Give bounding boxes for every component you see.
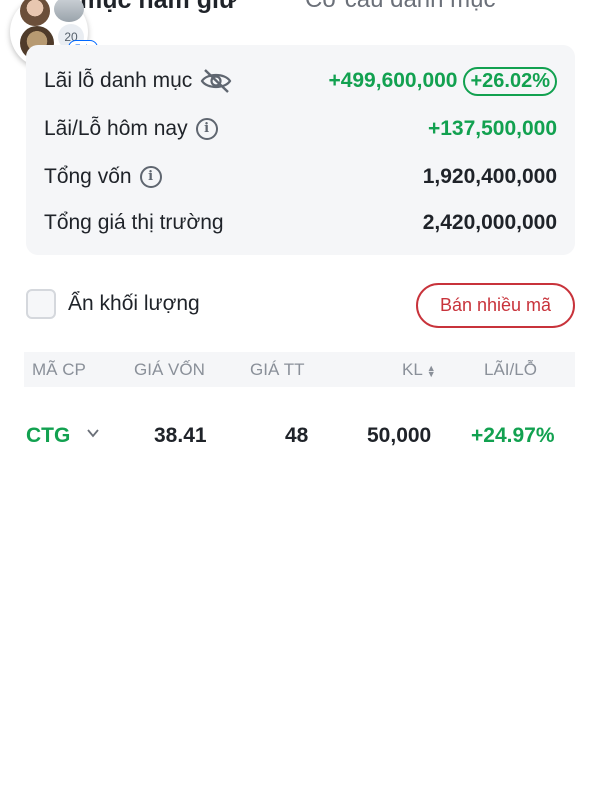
eye-off-icon[interactable]	[200, 68, 232, 94]
pl-percent-badge: +26.02%	[463, 66, 557, 96]
capital-value: 1,920,400,000	[422, 165, 557, 188]
today-pl-label: Lãi/Lỗ hôm nay	[44, 117, 188, 140]
market-price: 48	[285, 424, 309, 447]
summary-row-today: Lãi/Lỗ hôm nay i +137,500,000	[44, 114, 557, 144]
pl-label: Lãi lỗ danh mục	[44, 69, 193, 92]
hide-volume-label[interactable]: Ẩn khối lượng	[68, 292, 200, 316]
avatar	[54, 0, 84, 22]
col-header-volume[interactable]: KL ▲ ▼	[402, 360, 436, 380]
summary-row-capital: Tổng vốn i 1,920,400,000	[44, 162, 557, 192]
capital-label: Tổng vốn	[44, 165, 132, 188]
pl-percent: +24.97%	[471, 424, 555, 447]
portfolio-tabs: mục nắm giữ Cơ cấu danh mục	[0, 0, 600, 16]
col-header-market-price: GIÁ TT	[250, 360, 305, 379]
market-value: 2,420,000,000	[422, 211, 557, 234]
today-pl-value: +137,500,000	[427, 117, 557, 140]
col-header-volume-label: KL	[402, 360, 423, 379]
col-header-pl: LÃI/LỖ	[484, 360, 537, 379]
sell-many-button[interactable]: Bán nhiều mã	[416, 283, 575, 328]
holdings-table-header: MÃ CP GIÁ VỐN GIÁ TT KL ▲ ▼ LÃI/LỖ	[24, 352, 575, 387]
stock-code[interactable]: CTG	[26, 424, 70, 448]
info-icon[interactable]: i	[139, 166, 162, 188]
pl-value: +499,600,000	[328, 69, 458, 92]
hide-volume-checkbox[interactable]	[26, 289, 56, 319]
tab-holdings[interactable]: mục nắm giữ	[80, 0, 237, 15]
sort-icon[interactable]: ▲ ▼	[427, 363, 436, 378]
volume: 50,000	[367, 424, 432, 447]
summary-row-pl: Lãi lỗ danh mục +499,600,000 +26.02%	[44, 66, 557, 96]
info-icon[interactable]: i	[195, 118, 218, 140]
summary-row-market: Tổng giá thị trường 2,420,000,000	[44, 208, 557, 238]
col-header-code: MÃ CP	[32, 360, 86, 379]
tab-portfolio-structure[interactable]: Cơ cấu danh mục	[305, 0, 496, 14]
portfolio-summary-card: Lãi lỗ danh mục +499,600,000 +26.02% Lãi…	[26, 45, 575, 255]
table-row[interactable]: CTG 38.41 48 50,000 +24.97%	[24, 420, 575, 456]
col-header-cost-price: GIÁ VỐN	[134, 360, 205, 379]
chevron-down-icon[interactable]	[86, 426, 100, 440]
market-value-label: Tổng giá thị trường	[44, 211, 224, 234]
avatar	[20, 0, 50, 26]
cost-price: 38.41	[154, 424, 207, 447]
